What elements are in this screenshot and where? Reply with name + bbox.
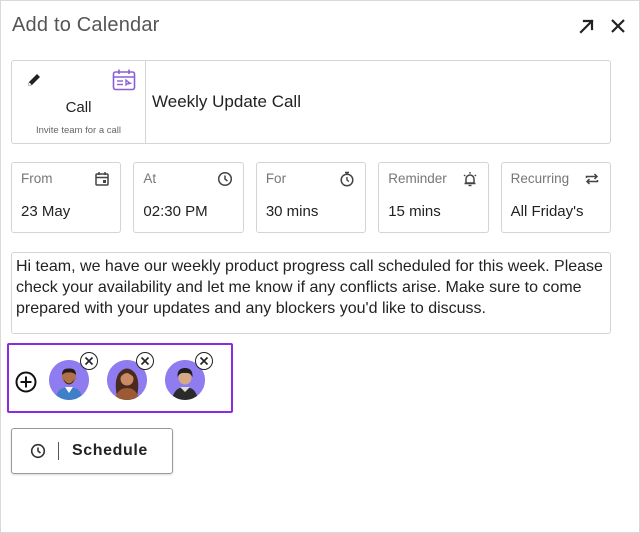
field-reminder[interactable]: Reminder 15 mins xyxy=(378,162,489,233)
message-textarea[interactable]: Hi team, we have our weekly product prog… xyxy=(11,252,611,334)
event-header-row: Call Invite team for a call Weekly Updat… xyxy=(11,60,611,144)
field-at-value: 02:30 PM xyxy=(143,203,208,220)
add-to-calendar-dialog: Add to Calendar Call Invite team for a c… xyxy=(0,0,640,533)
pencil-icon[interactable] xyxy=(25,71,43,94)
clock-icon xyxy=(30,443,46,459)
field-recurring-label: Recurring xyxy=(510,171,570,186)
calendar-icon xyxy=(94,171,110,187)
dialog-title: Add to Calendar xyxy=(12,14,160,36)
event-fields: From 23 May At 02:30 PM For 30 mins Remi… xyxy=(11,162,612,233)
field-reminder-label: Reminder xyxy=(388,171,447,186)
event-title-input[interactable]: Weekly Update Call xyxy=(146,61,610,143)
event-type-subtitle: Invite team for a call xyxy=(35,125,121,136)
clock-icon xyxy=(217,171,233,187)
field-for[interactable]: For 30 mins xyxy=(255,162,367,233)
close-circle-icon[interactable] xyxy=(136,352,154,370)
stopwatch-icon xyxy=(339,171,355,187)
field-for-label: For xyxy=(265,171,287,186)
calendar-icon xyxy=(112,69,136,96)
attendees-panel xyxy=(7,343,233,413)
close-button[interactable] xyxy=(608,16,628,36)
event-type-selector[interactable]: Call Invite team for a call xyxy=(12,61,146,143)
plus-circle-icon[interactable] xyxy=(15,371,37,398)
field-for-value: 30 mins xyxy=(265,203,319,220)
event-type-label: Call xyxy=(65,99,92,116)
repeat-icon xyxy=(584,171,600,187)
field-recurring-value: All Friday's xyxy=(510,203,584,220)
close-icon xyxy=(609,17,627,35)
expand-button[interactable] xyxy=(577,16,597,36)
close-circle-icon[interactable] xyxy=(80,352,98,370)
arrow-up-right-icon xyxy=(578,17,596,35)
close-circle-icon[interactable] xyxy=(195,352,213,370)
schedule-button[interactable]: Schedule xyxy=(11,428,173,474)
alarm-icon xyxy=(462,171,478,187)
field-recurring[interactable]: Recurring All Friday's xyxy=(500,162,612,233)
separator xyxy=(58,442,59,460)
field-at[interactable]: At 02:30 PM xyxy=(133,162,244,233)
field-reminder-value: 15 mins xyxy=(388,203,441,220)
field-at-label: At xyxy=(143,171,157,186)
field-from[interactable]: From 23 May xyxy=(11,162,122,233)
field-from-label: From xyxy=(21,171,53,186)
field-from-value: 23 May xyxy=(21,203,71,220)
schedule-label: Schedule xyxy=(72,442,148,459)
